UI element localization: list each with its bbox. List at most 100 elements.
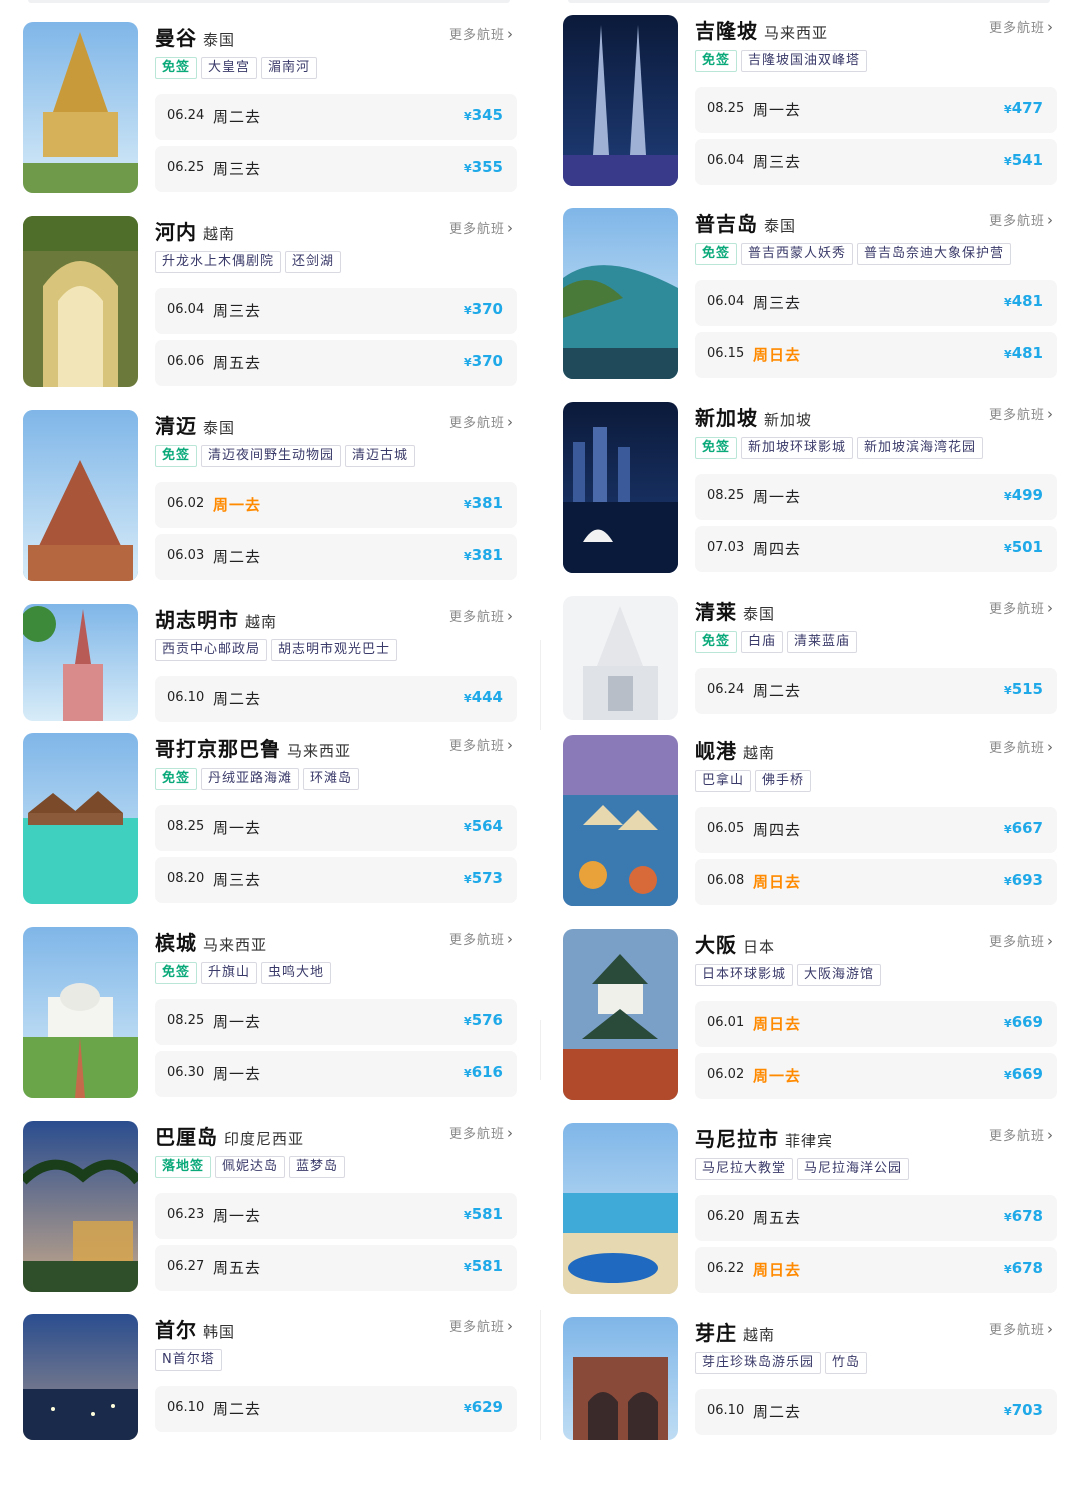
destination-card[interactable]: 岘港 越南 更多航班 › 巴拿山 佛手桥 06.05 周四去 ¥667 06.08 周日去 ¥693 <box>563 735 1073 906</box>
destination-card[interactable]: 巴厘岛 印度尼西亚 更多航班 › 落地签 佩妮达岛 蓝梦岛 06.23 周一去 ¥581 06.27… <box>23 1121 533 1292</box>
flight-option[interactable]: 08.25 周一去 ¥477 <box>695 87 1057 133</box>
flight-option[interactable]: 06.24 周二去 ¥515 <box>695 668 1057 714</box>
destination-photo[interactable] <box>563 596 678 720</box>
flight-date: 06.20 <box>707 1209 745 1224</box>
destination-card[interactable]: 清迈 泰国 更多航班 › 免签 清迈夜间野生动物园 清迈古城 06.02 周一去 ¥381 06.0… <box>23 410 533 581</box>
flight-option[interactable]: 08.20 周三去 ¥573 <box>155 857 517 903</box>
destination-photo[interactable] <box>23 1314 138 1440</box>
flight-option[interactable]: 06.22 周日去 ¥678 <box>695 1247 1057 1293</box>
destination-card[interactable]: 胡志明市 越南 更多航班 › 西贡中心邮政局 胡志明市观光巴士 06.10 周二去 ¥444 <box>23 604 533 722</box>
flight-option[interactable]: 06.23 周一去 ¥581 <box>155 1193 517 1239</box>
destination-card[interactable]: 新加坡 新加坡 更多航班 › 免签 新加坡环球影城 新加坡滨海湾花园 08.25 周一去 ¥499… <box>563 402 1073 573</box>
city-label: 清莱 <box>695 600 737 624</box>
more-flights-link[interactable]: 更多航班 › <box>989 17 1054 36</box>
more-flights-link[interactable]: 更多航班 › <box>449 1316 514 1335</box>
destination-photo[interactable] <box>23 604 138 721</box>
flight-option[interactable]: 06.04 周三去 ¥370 <box>155 288 517 334</box>
more-flights-link[interactable]: 更多航班 › <box>449 929 514 948</box>
flight-date: 06.08 <box>707 873 745 888</box>
more-flights-link[interactable]: 更多航班 › <box>449 1123 514 1142</box>
more-flights-link[interactable]: 更多航班 › <box>449 606 514 625</box>
more-flights-link[interactable]: 更多航班 › <box>449 218 514 237</box>
more-flights-link[interactable]: 更多航班 › <box>989 737 1054 756</box>
destination-photo[interactable] <box>563 1317 678 1440</box>
flight-weekday: 周一去 <box>213 1065 262 1083</box>
flight-option[interactable]: 06.15 周日去 ¥481 <box>695 332 1057 378</box>
destination-card[interactable]: 吉隆坡 马来西亚 更多航班 › 免签 吉隆坡国油双峰塔 08.25 周一去 ¥477 06.04 周… <box>563 15 1073 186</box>
flight-option[interactable]: 06.02 周一去 ¥669 <box>695 1053 1057 1099</box>
flight-option[interactable]: 06.05 周四去 ¥667 <box>695 807 1057 853</box>
more-flights-link[interactable]: 更多航班 › <box>989 1125 1054 1144</box>
flight-option[interactable]: 06.30 周一去 ¥616 <box>155 1051 517 1097</box>
country-label: 越南 <box>245 613 278 631</box>
destination-photo[interactable] <box>563 208 678 379</box>
visa-tag: 免签 <box>155 445 198 467</box>
destination-photo[interactable] <box>23 1121 138 1292</box>
flight-option[interactable]: 08.25 周一去 ¥576 <box>155 999 517 1045</box>
flight-weekday: 周三去 <box>753 153 802 171</box>
visa-tag: 免签 <box>155 57 198 79</box>
more-flights-link[interactable]: 更多航班 › <box>989 931 1054 950</box>
destination-photo[interactable] <box>563 735 678 906</box>
more-flights-link[interactable]: 更多航班 › <box>449 735 514 754</box>
destination-photo[interactable] <box>563 402 678 573</box>
country-label: 泰国 <box>203 31 236 49</box>
flight-option[interactable]: 06.08 周日去 ¥693 <box>695 859 1057 905</box>
flight-option[interactable]: 07.03 周四去 ¥501 <box>695 526 1057 572</box>
flight-option[interactable]: 06.10 周二去 ¥629 <box>155 1386 517 1432</box>
destination-card[interactable]: 曼谷 泰国 更多航班 › 免签 大皇宫 湄南河 06.24 周二去 ¥345 06.25 周三去 ¥35… <box>23 22 533 193</box>
destination-photo[interactable] <box>563 1123 678 1294</box>
destination-card[interactable]: 马尼拉市 菲律宾 更多航班 › 马尼拉大教堂 马尼拉海洋公园 06.20 周五去 ¥678 06.… <box>563 1123 1073 1294</box>
destination-card[interactable]: 槟城 马来西亚 更多航班 › 免签 升旗山 虫鸣大地 08.25 周一去 ¥576 06.30 周一去… <box>23 927 533 1098</box>
destination-card[interactable]: 河内 越南 更多航班 › 升龙水上木偶剧院 还剑湖 06.04 周三去 ¥370 06.06 周五去… <box>23 216 533 387</box>
flight-option[interactable]: 06.10 周二去 ¥444 <box>155 676 517 722</box>
more-flights-link[interactable]: 更多航班 › <box>989 210 1054 229</box>
city-name: 新加坡 新加坡 <box>695 402 812 431</box>
destination-photo[interactable] <box>23 22 138 193</box>
flight-option[interactable]: 06.02 周一去 ¥381 <box>155 482 517 528</box>
destination-card[interactable]: 哥打京那巴鲁 马来西亚 更多航班 › 免签 丹绒亚路海滩 环滩岛 08.25 周一去 ¥564 08… <box>23 733 533 904</box>
more-flights-link[interactable]: 更多航班 › <box>989 404 1054 423</box>
more-flights-label: 更多航班 <box>988 602 1045 617</box>
destination-photo[interactable] <box>23 216 138 387</box>
flight-option[interactable]: 06.03 周二去 ¥381 <box>155 534 517 580</box>
chevron-right-icon: › <box>1047 405 1054 423</box>
destination-card[interactable]: 首尔 韩国 更多航班 › N首尔塔 06.10 周二去 ¥629 <box>23 1314 533 1485</box>
flight-option[interactable]: 06.01 周日去 ¥669 <box>695 1001 1057 1047</box>
flight-option[interactable]: 06.20 周五去 ¥678 <box>695 1195 1057 1241</box>
destination-photo[interactable] <box>23 927 138 1098</box>
attraction-tag: 湄南河 <box>261 57 318 79</box>
flight-weekday: 周一去 <box>213 1013 262 1031</box>
flight-option[interactable]: 06.04 周三去 ¥481 <box>695 280 1057 326</box>
currency-symbol: ¥ <box>1004 684 1012 697</box>
destination-card[interactable]: 普吉岛 泰国 更多航班 › 免签 普吉西蒙人妖秀 普吉岛奈迪大象保护营 06.04 周三去 ¥48… <box>563 208 1073 379</box>
destination-photo[interactable] <box>563 15 678 186</box>
destination-card[interactable]: 芽庄 越南 更多航班 › 芽庄珍珠岛游乐园 竹岛 06.10 周二去 ¥703 <box>563 1317 1073 1488</box>
flight-option[interactable]: 06.04 周三去 ¥541 <box>695 139 1057 185</box>
flight-option[interactable]: 06.25 周三去 ¥355 <box>155 146 517 192</box>
destination-photo[interactable] <box>23 410 138 581</box>
title-row: 胡志明市 越南 更多航班 › <box>155 604 517 634</box>
more-flights-link[interactable]: 更多航班 › <box>449 24 514 43</box>
price-value: 477 <box>1011 99 1043 117</box>
more-flights-link[interactable]: 更多航班 › <box>989 598 1054 617</box>
more-flights-link[interactable]: 更多航班 › <box>449 412 514 431</box>
currency-symbol: ¥ <box>1004 155 1012 168</box>
destination-photo[interactable] <box>563 929 678 1100</box>
flight-option[interactable]: 06.06 周五去 ¥370 <box>155 340 517 386</box>
flight-option[interactable]: 06.24 周二去 ¥345 <box>155 94 517 140</box>
flight-option[interactable]: 06.27 周五去 ¥581 <box>155 1245 517 1291</box>
flight-option[interactable]: 06.10 周二去 ¥703 <box>695 1389 1057 1435</box>
flight-option[interactable]: 08.25 周一去 ¥564 <box>155 805 517 851</box>
tag-list: 免签 新加坡环球影城 新加坡滨海湾花园 <box>695 436 1057 460</box>
destination-info: 巴厘岛 印度尼西亚 更多航班 › 落地签 佩妮达岛 蓝梦岛 06.23 周一去 ¥581 06.27… <box>155 1121 517 1291</box>
city-name: 大阪 日本 <box>695 929 775 958</box>
flight-weekday: 周日去 <box>753 346 802 364</box>
destination-card[interactable]: 大阪 日本 更多航班 › 日本环球影城 大阪海游馆 06.01 周日去 ¥669 06.02 周一去… <box>563 929 1073 1100</box>
title-row: 芽庄 越南 更多航班 › <box>695 1317 1057 1347</box>
price-value: 515 <box>1011 680 1043 698</box>
flight-option[interactable]: 08.25 周一去 ¥499 <box>695 474 1057 520</box>
destination-photo[interactable] <box>23 733 138 904</box>
destination-card[interactable]: 清莱 泰国 更多航班 › 免签 白庙 清莱蓝庙 06.24 周二去 ¥515 <box>563 596 1073 720</box>
more-flights-link[interactable]: 更多航班 › <box>989 1319 1054 1338</box>
